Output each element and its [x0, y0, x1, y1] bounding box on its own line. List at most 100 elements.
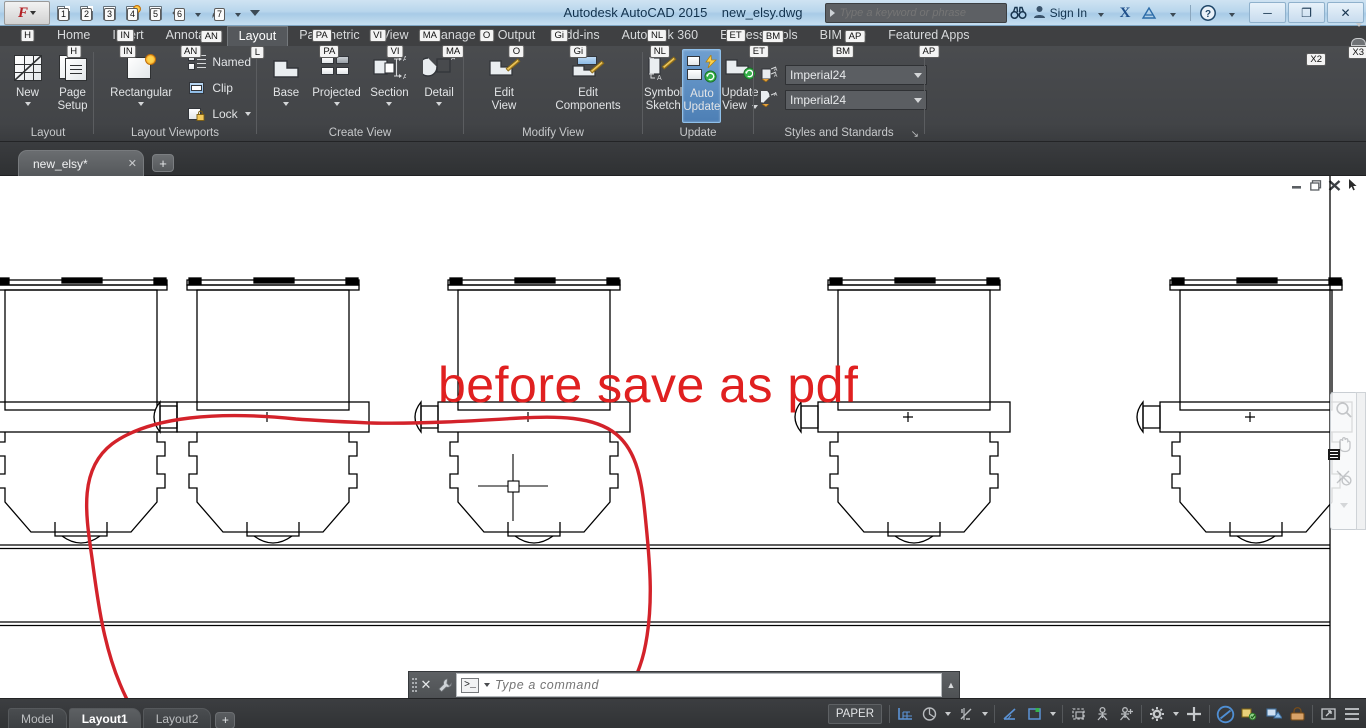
section-view-style-icon: A: [755, 88, 779, 110]
panel-create-view: Base Projected PA A A Section VI A Detai…: [258, 29, 462, 142]
snap-mode-icon[interactable]: [917, 702, 941, 726]
command-input[interactable]: [495, 678, 937, 692]
divider: [1209, 705, 1210, 723]
chevron-down-icon[interactable]: [484, 683, 490, 687]
combo-value: Imperial24: [790, 93, 847, 107]
exchange-x-icon[interactable]: X: [1113, 2, 1137, 24]
command-history-expand-icon[interactable]: ▲: [943, 680, 959, 690]
restore-button[interactable]: ❐: [1288, 2, 1325, 23]
keytip: AP: [918, 45, 940, 58]
tab-layout[interactable]: Layout L: [226, 26, 289, 59]
new-layout-button[interactable]: New H: [6, 29, 49, 106]
command-line[interactable]: ✕ >_ ▲: [408, 671, 960, 699]
detail-view-style-combo[interactable]: Imperial24: [785, 65, 927, 85]
annotation-add-scale-icon[interactable]: [1114, 702, 1138, 726]
lock-ui-icon[interactable]: [1285, 702, 1309, 726]
object-snap-icon[interactable]: [1022, 702, 1046, 726]
tab-label: Layout: [238, 29, 277, 43]
button-label-1: Edit: [494, 87, 514, 99]
search-input[interactable]: [839, 7, 998, 19]
page-setup-button[interactable]: Page Setup: [51, 49, 94, 113]
canvas-scrollbar[interactable]: [1356, 392, 1366, 530]
lock-viewport-button[interactable]: Lock: [187, 102, 255, 126]
minimize-button[interactable]: ─: [1249, 2, 1286, 23]
button-label: Clip: [212, 81, 233, 95]
search-box[interactable]: [824, 3, 1007, 23]
help-icon[interactable]: ?: [1196, 2, 1220, 24]
grid-display-icon[interactable]: [893, 702, 917, 726]
close-button[interactable]: ✕: [1327, 2, 1364, 23]
clean-screen-circle-icon[interactable]: [1213, 702, 1237, 726]
a360-icon[interactable]: [1137, 2, 1161, 24]
button-label: Rectangular: [110, 87, 173, 99]
navbar-expand-chevron-icon[interactable]: [1331, 495, 1357, 515]
orbit-icon[interactable]: [1331, 461, 1357, 495]
symbol-sketch-button[interactable]: A Symbol Sketch NL: [644, 29, 682, 113]
lock-icon: [187, 105, 207, 123]
layout-tab-model[interactable]: Model: [8, 707, 67, 728]
search-binoculars-icon[interactable]: [1007, 2, 1031, 24]
new-file-tab-button[interactable]: +: [152, 154, 174, 172]
hardware-accel-icon[interactable]: [1261, 702, 1285, 726]
command-line-close-button[interactable]: ✕: [417, 677, 435, 693]
divider: [994, 705, 995, 723]
keytip: VI: [386, 45, 404, 58]
new-layout-tab-button[interactable]: +: [215, 711, 236, 728]
panel-title: Create View: [328, 127, 392, 139]
polar-tracking-dropdown[interactable]: [978, 702, 991, 726]
edit-components-button[interactable]: Edit Components Gi: [543, 29, 633, 113]
command-input-wrapper[interactable]: >_: [456, 673, 942, 697]
clip-viewport-button[interactable]: Clip: [187, 76, 255, 100]
panel-layout-viewports: Rectangular IN AN Named Clip Lock Layout…: [95, 29, 255, 142]
close-icon[interactable]: ✕: [128, 157, 137, 170]
workspace-dropdown[interactable]: [1169, 702, 1182, 726]
panel-dialog-launcher[interactable]: ↘: [911, 129, 919, 140]
file-tab-new-elsy[interactable]: new_elsy* ✕: [18, 150, 144, 176]
fullscreen-icon[interactable]: [1316, 702, 1340, 726]
tab-featured-apps[interactable]: Featured Apps AP: [877, 26, 980, 58]
help-dropdown[interactable]: [1220, 2, 1244, 24]
section-view-style-combo[interactable]: Imperial24: [785, 90, 927, 110]
object-snap-dropdown[interactable]: [1046, 702, 1059, 726]
base-view-button[interactable]: Base: [264, 49, 308, 106]
object-snap-tracking-icon[interactable]: [998, 702, 1022, 726]
isolate-objects-icon[interactable]: [1237, 702, 1261, 726]
chevron-down-icon: [24, 102, 31, 106]
space-mode-button[interactable]: PAPER: [827, 704, 882, 724]
tab-output[interactable]: Output O: [487, 26, 547, 58]
file-tab-bar: new_elsy* ✕ +: [0, 142, 1366, 176]
layout-tab-layout1[interactable]: Layout1: [68, 707, 141, 728]
zoom-icon[interactable]: [1331, 393, 1357, 427]
a360-dropdown[interactable]: [1161, 2, 1185, 24]
tab-bim-360[interactable]: BIM 360 BM: [809, 26, 878, 58]
svg-text:A: A: [774, 73, 778, 79]
command-line-customize-icon[interactable]: [435, 678, 455, 693]
viewport-control-menu-icon[interactable]: [1328, 449, 1340, 460]
sign-in-dropdown[interactable]: [1089, 2, 1113, 24]
snap-dropdown[interactable]: [941, 702, 954, 726]
divider: [1312, 705, 1313, 723]
app-name: Autodesk AutoCAD 2015: [563, 5, 708, 20]
tab-home[interactable]: Home H: [46, 26, 101, 58]
customization-plus-icon[interactable]: [1182, 702, 1206, 726]
navigation-bar[interactable]: [1330, 392, 1358, 530]
auto-update-button[interactable]: Auto Update: [682, 49, 722, 123]
annotation-visibility-icon[interactable]: [1066, 702, 1090, 726]
menu-lines-icon[interactable]: [1340, 702, 1364, 726]
layout-tab-layout2[interactable]: Layout2: [142, 707, 212, 728]
workspace-gear-icon[interactable]: [1145, 702, 1169, 726]
edit-view-button[interactable]: Edit View O: [473, 29, 535, 113]
command-line-grip[interactable]: [409, 672, 417, 698]
keytip: L: [250, 46, 265, 59]
annotation-scale-icon[interactable]: [1090, 702, 1114, 726]
chevron-down-icon: [244, 112, 251, 116]
rectangular-viewport-button[interactable]: Rectangular IN: [101, 29, 181, 106]
ortho-mode-icon[interactable]: [954, 702, 978, 726]
button-label-2: Sketch: [645, 100, 681, 112]
tab-express-tools[interactable]: Express Tools ET: [709, 26, 809, 58]
ribbon-options-dropdown[interactable]: X3: [1348, 23, 1366, 59]
button-label-2: Update: [683, 101, 721, 113]
keytip: ET: [748, 45, 769, 58]
sign-in-button[interactable]: Sign In: [1031, 5, 1089, 22]
drawing-canvas[interactable]: before save as pdf: [0, 176, 1366, 698]
